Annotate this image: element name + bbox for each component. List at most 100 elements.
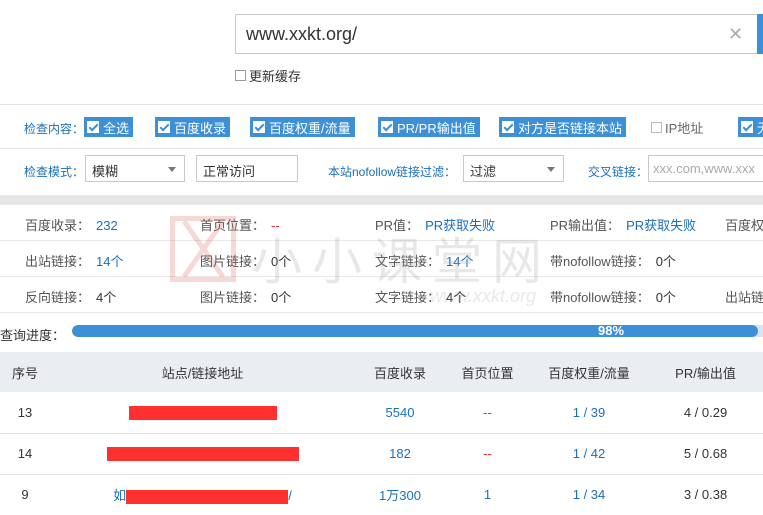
option-ip[interactable]: IP地址 xyxy=(651,117,703,137)
site-text[interactable]: 如 xyxy=(113,488,126,503)
option-select-all[interactable]: 全选 xyxy=(84,117,134,137)
option-label: 对方是否链接本站 xyxy=(518,120,623,136)
cell-no: 14 xyxy=(17,446,33,461)
checkbox-checked-icon[interactable] xyxy=(741,121,753,133)
stat-value[interactable]: PR获取失败 xyxy=(626,218,696,233)
option-pr[interactable]: PR/PR输出值 xyxy=(378,117,480,137)
site-text[interactable]: / xyxy=(288,488,292,503)
checkbox-checked-icon[interactable] xyxy=(158,121,170,133)
option-label: 全选 xyxy=(103,120,130,136)
update-cache-checkbox[interactable] xyxy=(235,70,246,81)
stat-value: 4个 xyxy=(446,290,467,305)
results-table: 序号 站点/链接地址 百度收录 首页位置 百度权重/流量 PR/输出值 13 5… xyxy=(0,352,763,515)
col-header-baidu: 百度收录 xyxy=(373,365,426,381)
cell-no: 13 xyxy=(17,404,33,420)
cell-position: -- xyxy=(483,446,492,461)
table-row[interactable]: 14 182 -- 1 / 42 5 / 0.68 xyxy=(0,433,763,474)
stat-value: 0个 xyxy=(271,254,292,269)
table-row[interactable]: 9 如/ 1万300 1 1 / 34 3 / 0.38 xyxy=(0,474,763,515)
stat-value[interactable]: 232 xyxy=(96,218,118,233)
option-none[interactable]: 无 xyxy=(738,117,763,137)
check-content-row: 检查内容： 全选 百度收录 百度权重/流量 PR/PR输出值 对方是否链接本站 … xyxy=(0,116,763,140)
update-cache-label: 更新缓存 xyxy=(249,69,302,84)
mode-select-value: 模糊 xyxy=(92,164,119,179)
option-label: 百度收录 xyxy=(174,120,227,136)
chevron-down-icon xyxy=(168,167,176,172)
stat-value: 0个 xyxy=(655,290,676,305)
option-label: PR/PR输出值 xyxy=(397,120,476,136)
stat-text-links: 文字链接： 14个 xyxy=(375,251,473,270)
checkbox-checked-icon[interactable] xyxy=(381,121,393,133)
stats-panel: 百度收录： 232 首页位置： -- PR值： PR获取失败 PR输出值： PR获取失败… xyxy=(0,205,763,313)
stat-value: 0个 xyxy=(655,254,676,269)
col-header-position: 首页位置 xyxy=(461,365,514,381)
cross-link-label: 交叉链接： xyxy=(588,165,649,179)
checkbox-checked-icon[interactable] xyxy=(502,121,514,133)
cell-site[interactable]: 如 / xyxy=(50,474,355,515)
access-select[interactable]: 正常访问 xyxy=(196,155,298,182)
nofollow-select-value: 过滤 xyxy=(470,164,497,179)
update-cache-option[interactable]: 更新缓存 xyxy=(235,66,301,85)
checkbox-unchecked-icon[interactable] xyxy=(651,121,662,133)
stat-value[interactable]: PR获取失败 xyxy=(425,218,495,233)
cell-site[interactable] xyxy=(50,392,355,433)
cell-weight[interactable]: 1 / 34 xyxy=(530,474,648,515)
divider xyxy=(0,104,763,105)
cell-baidu[interactable]: 1万300 xyxy=(355,474,445,515)
mode-select[interactable]: 模糊 xyxy=(85,155,185,182)
stat-key: 带nofollow链接： xyxy=(550,254,650,269)
stats-row: 出站链接： 14个 图片链接： 0个 文字链接： 14个 带nofollow链接： 0个 xyxy=(0,241,763,277)
col-header-weight: 百度权重/流量 xyxy=(548,365,630,381)
url-input[interactable]: www.xxkt.org/ ✕ xyxy=(235,14,763,54)
cell-baidu[interactable]: 182 xyxy=(355,433,445,474)
option-label: 百度权重/流量 xyxy=(269,120,351,136)
option-baidu-index[interactable]: 百度收录 xyxy=(155,117,231,137)
table-header: 序号 站点/链接地址 百度收录 首页位置 百度权重/流量 PR/输出值 xyxy=(0,352,763,392)
query-progress: 查询进度： 98% xyxy=(0,320,763,344)
option-label: 无 xyxy=(757,118,763,137)
url-input-value[interactable]: www.xxkt.org/ xyxy=(246,24,357,45)
progress-percent: 98% xyxy=(597,325,625,337)
redacted-block xyxy=(128,406,277,421)
divider xyxy=(0,148,763,149)
redacted-block xyxy=(126,489,289,504)
check-mode-label: 检查模式： xyxy=(24,165,85,179)
stat-key: PR值： xyxy=(375,218,420,233)
cell-pr: 5 / 0.68 xyxy=(683,446,728,461)
stat-nofollow-links: 带nofollow链接： 0个 xyxy=(550,287,676,306)
cell-baidu[interactable]: 5540 xyxy=(355,392,445,433)
stat-key: PR输出值： xyxy=(550,218,621,233)
nofollow-select[interactable]: 过滤 xyxy=(463,155,564,182)
query-button[interactable] xyxy=(757,14,763,54)
stat-value[interactable]: 14个 xyxy=(446,254,473,269)
checkbox-checked-icon[interactable] xyxy=(87,121,99,133)
option-link-back[interactable]: 对方是否链接本站 xyxy=(499,117,627,137)
checkbox-checked-icon[interactable] xyxy=(253,121,265,133)
stat-outbound-links: 出站链接： 14个 xyxy=(25,251,123,270)
table-row[interactable]: 13 5540 -- 1 / 39 4 / 0.29 xyxy=(0,392,763,433)
cell-pr: 3 / 0.38 xyxy=(683,487,728,502)
check-mode-row: 检查模式： 模糊 正常访问 本站nofollow链接过滤： 过滤 交叉链接： x… xyxy=(0,155,763,183)
stat-pr-output: PR输出值： PR获取失败 xyxy=(550,215,696,234)
cross-link-placeholder: xxx.com,www.xxx xyxy=(653,161,755,176)
stat-value: 4个 xyxy=(96,290,117,305)
stat-value[interactable]: 14个 xyxy=(96,254,123,269)
stat-image-links: 图片链接： 0个 xyxy=(200,287,291,306)
cell-site[interactable] xyxy=(50,433,355,474)
stat-key: 图片链接： xyxy=(200,290,266,305)
col-header-site: 站点/链接地址 xyxy=(161,365,244,381)
check-content-label: 检查内容： xyxy=(24,122,85,136)
stat-backlinks: 反向链接： 4个 xyxy=(25,287,116,306)
redacted-block xyxy=(106,447,299,462)
stat-key: 百度收录： xyxy=(25,218,91,233)
stat-pr: PR值： PR获取失败 xyxy=(375,215,495,234)
cell-weight[interactable]: 1 / 42 xyxy=(530,433,648,474)
cell-weight[interactable]: 1 / 39 xyxy=(530,392,648,433)
nofollow-filter-label: 本站nofollow链接过滤： xyxy=(328,165,457,179)
clear-icon[interactable]: ✕ xyxy=(728,23,743,45)
col-header-pr: PR/输出值 xyxy=(675,365,736,381)
option-baidu-weight[interactable]: 百度权重/流量 xyxy=(250,117,355,137)
progress-bar: 98% xyxy=(72,325,763,337)
cross-link-input[interactable]: xxx.com,www.xxx xyxy=(648,155,763,182)
cell-position[interactable]: 1 xyxy=(445,474,530,515)
